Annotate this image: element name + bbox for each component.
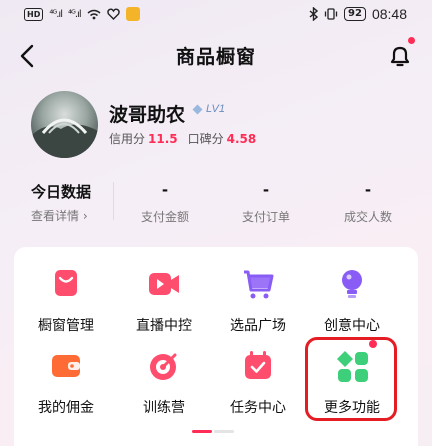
score-row: 信用分 11.5 口碑分 4.58 xyxy=(109,130,256,147)
signal-icon: ⁴ᴳ.ıl xyxy=(49,8,63,20)
level-text: LV1 xyxy=(206,103,225,115)
tool-label: 创意中心 xyxy=(324,318,380,334)
stat-label: 支付金额 xyxy=(140,210,189,224)
tool-label: 任务中心 xyxy=(230,400,286,416)
reputation-label: 口碑分 xyxy=(187,132,224,146)
tool-task-center[interactable]: 任务中心 xyxy=(208,346,308,417)
credit-value: 11.5 xyxy=(148,132,178,146)
tool-window-management[interactable]: 橱窗管理 xyxy=(16,264,116,335)
clock: 08:48 xyxy=(371,6,407,22)
tool-label: 橱窗管理 xyxy=(38,318,94,334)
view-details-link[interactable]: 查看详情 › xyxy=(31,207,88,224)
avatar-image xyxy=(31,118,98,158)
page-title: 商品橱窗 xyxy=(175,46,256,68)
stat-label: 支付订单 xyxy=(241,210,290,224)
status-bar-left: HD ⁴ᴳ.ıl ⁴ᴳ.ıl xyxy=(24,7,140,21)
diamond-icon xyxy=(192,104,203,114)
hd-badge: HD xyxy=(24,7,44,21)
app-notification-icon xyxy=(125,7,140,21)
tool-label: 选品广场 xyxy=(230,318,286,334)
divider xyxy=(113,182,114,220)
stat-value: - xyxy=(262,181,270,199)
reputation-value: 4.58 xyxy=(226,132,257,146)
bluetooth-icon xyxy=(309,7,319,21)
tool-label: 直播中控 xyxy=(136,318,192,334)
shopping-cart-icon xyxy=(244,270,274,299)
calendar-check-icon xyxy=(245,351,271,379)
battery-indicator: 92 xyxy=(344,7,366,21)
target-icon xyxy=(150,353,177,380)
highlight-box xyxy=(305,337,397,421)
notification-dot xyxy=(408,37,415,44)
tool-training-camp[interactable]: 训练营 xyxy=(114,346,214,417)
video-camera-icon xyxy=(149,273,179,295)
credit-score[interactable]: 信用分 11.5 xyxy=(109,130,178,147)
tool-label: 训练营 xyxy=(143,400,185,416)
tool-my-commission[interactable]: 我的佣金 xyxy=(16,346,116,417)
stat-value: - xyxy=(364,181,372,199)
tool-creative-center[interactable]: 创意中心 xyxy=(302,264,402,335)
wifi-icon xyxy=(87,9,101,19)
page-dot-active xyxy=(192,430,212,433)
stat-buyers[interactable]: - 成交人数 xyxy=(328,181,408,225)
today-data-label: 今日数据 xyxy=(31,183,92,201)
page-indicator xyxy=(192,430,234,433)
reputation-score[interactable]: 口碑分 4.58 xyxy=(188,130,257,147)
level-badge: LV1 xyxy=(192,103,225,115)
status-bar-right: 92 08:48 xyxy=(309,6,407,22)
vibrate-icon xyxy=(324,8,338,20)
page-dot xyxy=(214,430,234,433)
signal-icon-2: ⁴ᴳ.ıl xyxy=(67,8,82,20)
tool-live-control[interactable]: 直播中控 xyxy=(114,264,214,335)
stat-payment-orders[interactable]: - 支付订单 xyxy=(226,181,306,225)
light-bulb-icon xyxy=(342,270,362,298)
today-stats: 今日数据 查看详情 › - 支付金额 - 支付订单 - 成交人数 xyxy=(0,176,432,232)
bell-icon[interactable] xyxy=(386,42,414,70)
stat-value: - xyxy=(161,181,169,199)
avatar[interactable] xyxy=(31,91,98,158)
heart-icon xyxy=(106,8,120,20)
credit-label: 信用分 xyxy=(109,132,146,146)
wallet-icon xyxy=(52,355,80,377)
stat-label: 成交人数 xyxy=(343,210,392,224)
status-bar: HD ⁴ᴳ.ıl ⁴ᴳ.ıl 92 08:48 xyxy=(0,0,432,32)
user-name: 波哥助农 xyxy=(109,104,186,126)
tool-label: 我的佣金 xyxy=(38,400,94,416)
tool-product-square[interactable]: 选品广场 xyxy=(208,264,308,335)
shopping-bag-icon xyxy=(55,270,77,296)
stat-payment-amount[interactable]: - 支付金额 xyxy=(125,181,205,225)
